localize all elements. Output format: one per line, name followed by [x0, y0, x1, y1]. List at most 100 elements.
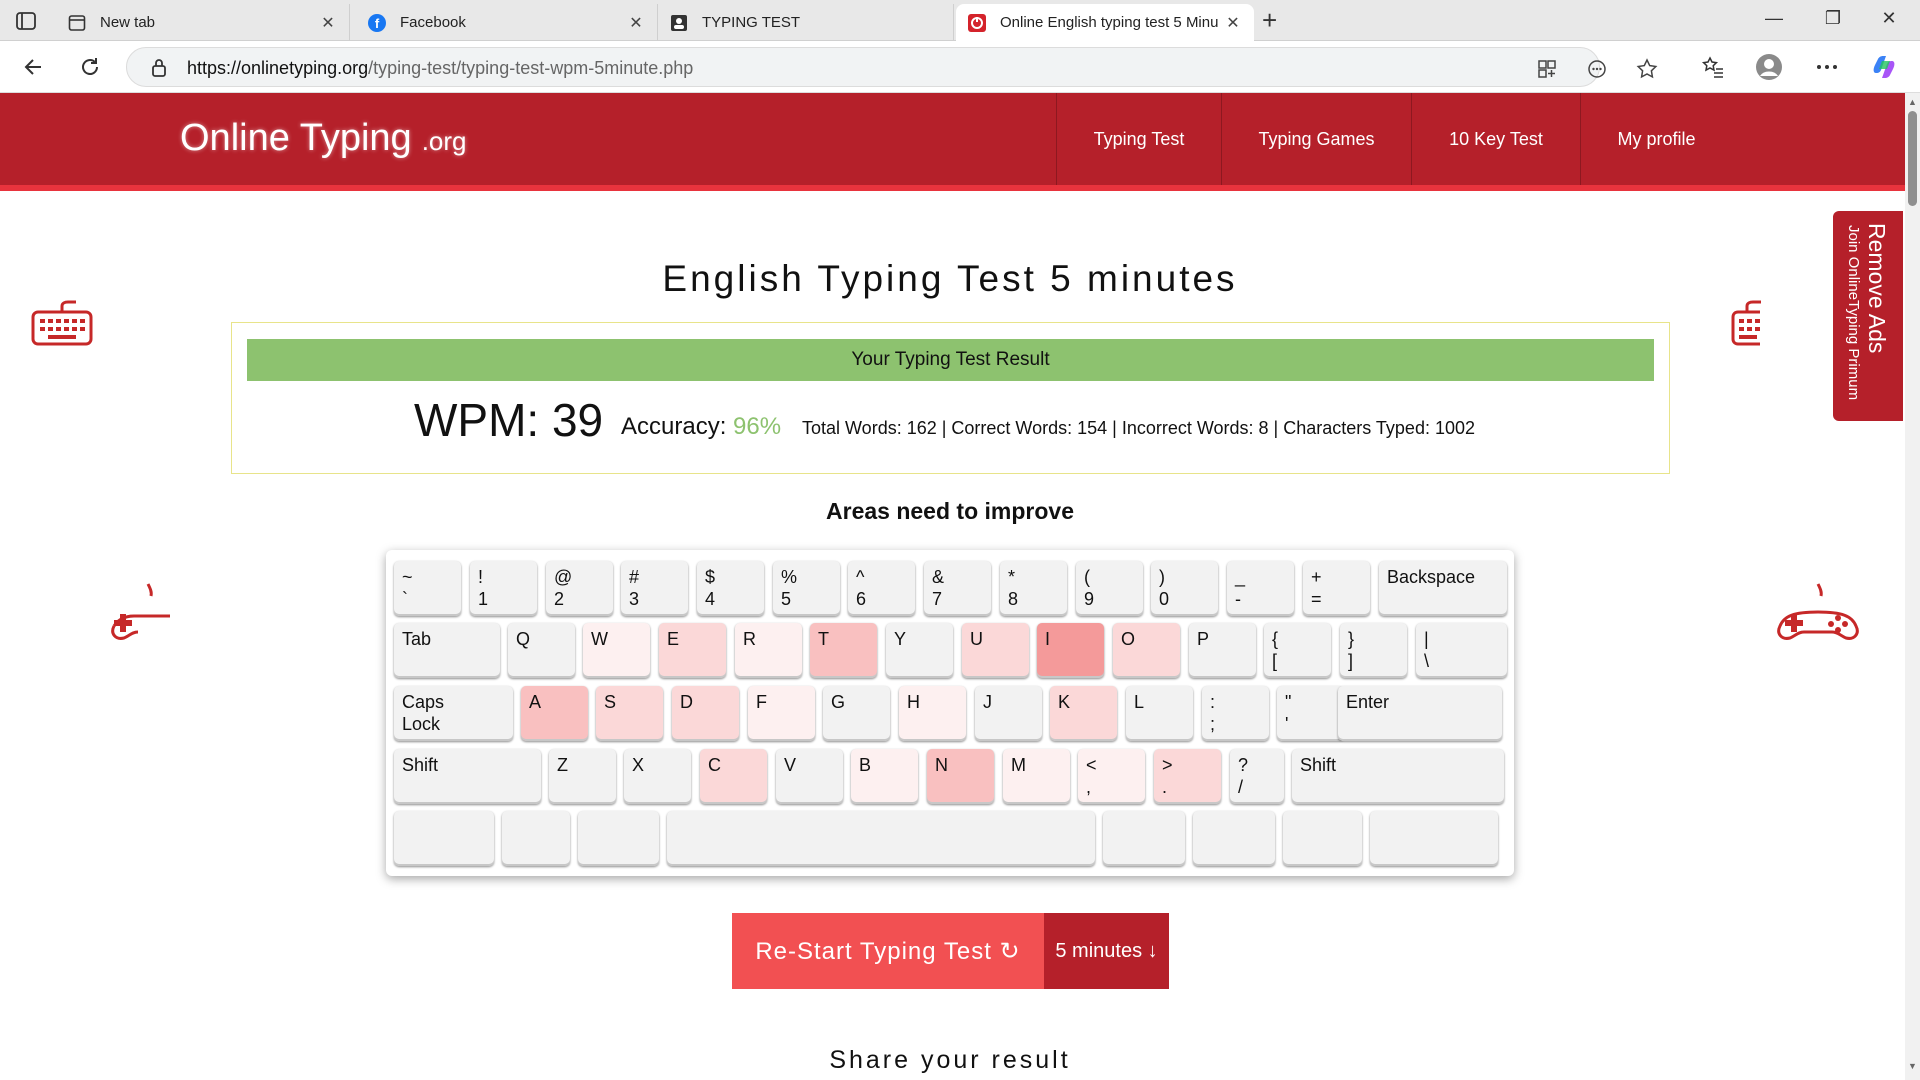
share-title: Share your result	[829, 1046, 1071, 1074]
close-tab-icon[interactable]: ✕	[319, 13, 337, 33]
gamepad-decoration-icon	[108, 582, 170, 649]
key-f: F	[748, 686, 815, 741]
site-logo[interactable]: Online Typing .org	[180, 117, 467, 160]
minimize-icon[interactable]: —	[1759, 8, 1789, 29]
key-r3-8: < ,	[1078, 749, 1145, 804]
typing-test-icon	[670, 14, 688, 32]
key-q: Q	[508, 623, 575, 678]
settings-more-icon[interactable]	[1813, 53, 1841, 81]
result-banner: Your Typing Test Result	[247, 339, 1654, 381]
key-d: D	[672, 686, 739, 741]
key-x: X	[624, 749, 691, 804]
key-3: # 3	[621, 561, 688, 616]
key-4: $ 4	[697, 561, 764, 616]
key-r0-0: ~ `	[394, 561, 461, 616]
key-e: E	[659, 623, 726, 678]
tab-online-typing[interactable]: Online English typing test 5 Minu ✕	[956, 4, 1254, 41]
tab-title: TYPING TEST	[702, 14, 801, 31]
nav-typing-games[interactable]: Typing Games	[1221, 93, 1411, 185]
key-2: @ 2	[546, 561, 613, 616]
url-text: https://onlinetyping.org/typing-test/typ…	[187, 58, 694, 78]
restore-icon[interactable]: ❐	[1818, 8, 1848, 29]
duration-select-button[interactable]: 5 minutes ↓	[1044, 913, 1169, 989]
remove-ads-subtitle: Join OnlineTyping Primum	[1845, 225, 1862, 401]
window-close-icon[interactable]: ✕	[1874, 8, 1904, 29]
lock-icon[interactable]	[151, 58, 167, 83]
nav-typing-test[interactable]: Typing Test	[1056, 93, 1221, 185]
key-5: % 5	[773, 561, 840, 616]
keyboard-decoration-icon	[31, 300, 93, 351]
key-b: B	[851, 749, 918, 804]
key-y: Y	[886, 623, 953, 678]
key-r3-9: > .	[1154, 749, 1221, 804]
copilot-icon[interactable]	[1870, 53, 1898, 81]
scroll-down-arrow-icon[interactable]: ▼	[1908, 1061, 1917, 1071]
key-caps-lock: Caps Lock	[394, 686, 513, 741]
key-shift: Shift	[394, 749, 541, 804]
key-r1-11: { [	[1264, 623, 1331, 678]
key-r1-12: } ]	[1340, 623, 1407, 678]
key-p: P	[1189, 623, 1256, 678]
close-tab-icon[interactable]: ✕	[627, 13, 645, 33]
key-a: A	[521, 686, 588, 741]
key-r2-11: " '	[1277, 686, 1344, 741]
key-tab: Tab	[394, 623, 500, 678]
accuracy: Accuracy: 96%	[621, 413, 782, 440]
key-r4-1	[502, 811, 570, 866]
scroll-thumb[interactable]	[1908, 111, 1917, 206]
key-r4-6	[1283, 811, 1362, 866]
wpm-value: WPM: 39	[414, 394, 604, 446]
tab-typing-test[interactable]: TYPING TEST	[658, 4, 954, 41]
restart-test-button[interactable]: Re-Start Typing Test ↻	[732, 913, 1044, 989]
keyboard-decoration-icon	[1730, 300, 1764, 351]
gamepad-decoration-icon	[1774, 582, 1864, 649]
more-options-circle-icon[interactable]	[1585, 57, 1609, 81]
key-s: S	[596, 686, 663, 741]
key-7: & 7	[924, 561, 991, 616]
favorites-icon[interactable]	[1699, 53, 1727, 81]
key-l: L	[1126, 686, 1193, 741]
browser-toolbar: https://onlinetyping.org/typing-test/typ…	[0, 41, 1920, 93]
key-r4-0	[394, 811, 494, 866]
key-r0-11: _ -	[1227, 561, 1294, 616]
result-stats: Total Words: 162 | Correct Words: 154 | …	[802, 418, 1475, 438]
key-j: J	[975, 686, 1042, 741]
key-v: V	[776, 749, 843, 804]
profile-avatar-icon[interactable]	[1755, 53, 1783, 81]
key-r: R	[735, 623, 802, 678]
key-r3-10: ? /	[1230, 749, 1284, 804]
page-scrollbar[interactable]: ▲ ▼	[1905, 93, 1920, 1080]
improve-title: Areas need to improve	[826, 498, 1074, 524]
key-r1-13: | \	[1416, 623, 1507, 678]
key-0: ) 0	[1151, 561, 1218, 616]
nav-10-key-test[interactable]: 10 Key Test	[1411, 93, 1580, 185]
scroll-up-arrow-icon[interactable]: ▲	[1908, 97, 1917, 107]
accuracy-value: 96%	[733, 413, 782, 440]
tab-actions-icon[interactable]	[14, 9, 38, 33]
key-z: Z	[549, 749, 616, 804]
key-g: G	[823, 686, 890, 741]
key-r4-5	[1193, 811, 1275, 866]
tab-facebook[interactable]: f Facebook ✕	[356, 4, 658, 41]
onlinetyping-icon	[968, 13, 986, 32]
site-header: Online Typing .org Typing Test Typing Gam…	[0, 93, 1905, 191]
key-h: H	[899, 686, 966, 741]
back-icon[interactable]	[20, 53, 48, 81]
close-tab-icon[interactable]: ✕	[1224, 13, 1242, 33]
new-tab-plus-icon[interactable]: +	[1262, 7, 1277, 33]
key-o: O	[1113, 623, 1180, 678]
star-favorite-icon[interactable]	[1635, 57, 1659, 81]
key-c: C	[700, 749, 767, 804]
key-enter: Enter	[1338, 686, 1502, 741]
key-t: T	[810, 623, 877, 678]
refresh-icon[interactable]	[76, 53, 104, 81]
key-8: * 8	[1000, 561, 1067, 616]
address-bar[interactable]: https://onlinetyping.org/typing-test/typ…	[126, 47, 1658, 87]
nav-my-profile[interactable]: My profile	[1580, 93, 1732, 185]
browser-tabstrip: New tab ✕ f Facebook ✕ TYPING TEST Onlin…	[0, 0, 1920, 41]
result-box: Your Typing Test Result WPM: 39 Accuracy…	[231, 322, 1670, 474]
remove-ads-tab[interactable]: Remove Ads Join OnlineTyping Primum	[1833, 211, 1903, 421]
app-grid-icon[interactable]	[1535, 57, 1559, 81]
tab-new-tab[interactable]: New tab ✕	[56, 4, 350, 41]
key-r2-10: : ;	[1202, 686, 1269, 741]
